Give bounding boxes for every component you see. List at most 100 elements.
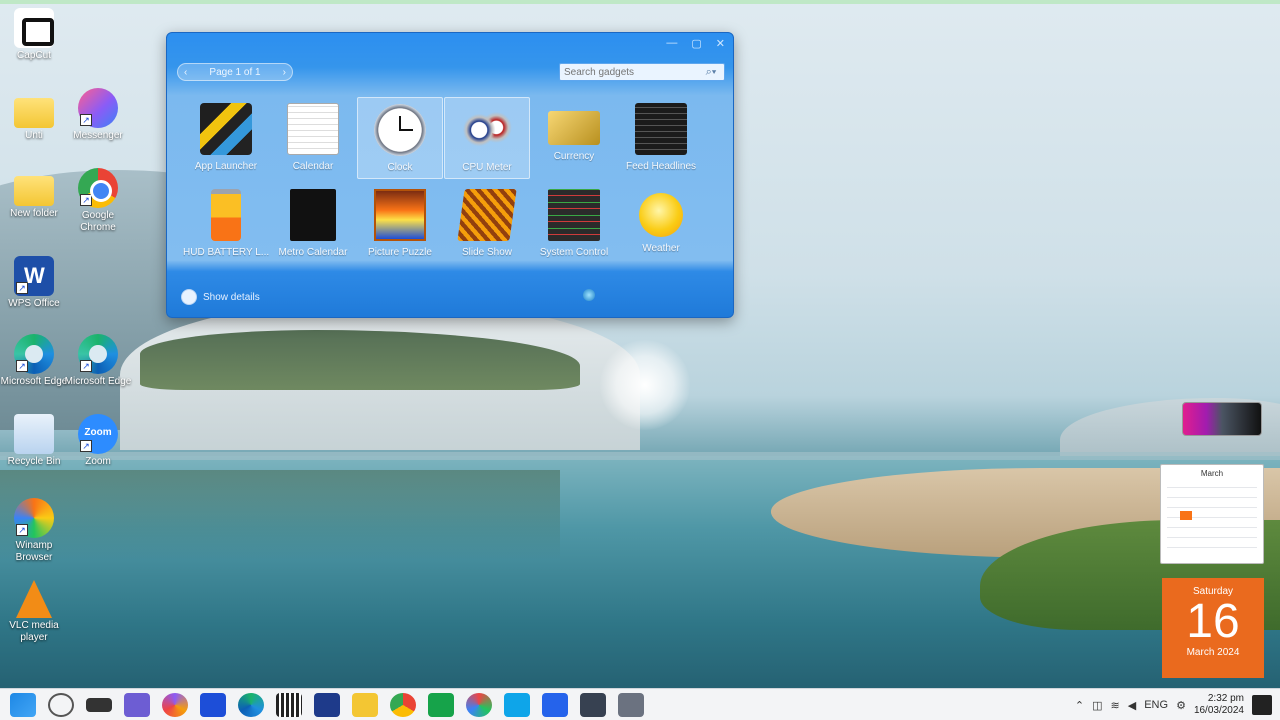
teams-icon[interactable] [124, 693, 150, 717]
minimize-button[interactable]: — [666, 37, 677, 50]
chrome-icon[interactable] [390, 693, 416, 717]
language-indicator[interactable]: ENG [1144, 699, 1168, 711]
desktop-icon-winamp[interactable]: ↗ Winamp Browser [0, 498, 68, 564]
gadget-metro-calendar[interactable]: Metro Calendar [270, 183, 356, 265]
photos-icon[interactable] [504, 693, 530, 717]
currency-icon [548, 111, 600, 145]
desktop-icon-edge-2[interactable]: ↗ Microsoft Edge [64, 334, 132, 388]
previous-page-icon[interactable]: ‹ [184, 67, 187, 78]
spreadsheet-icon[interactable] [428, 693, 454, 717]
search-icon[interactable] [48, 693, 74, 717]
desktop-icon-label: CapCut [17, 50, 51, 61]
search-input[interactable] [560, 64, 700, 80]
desktop-icon-label: WPS Office [8, 298, 60, 309]
gadget-label: Picture Puzzle [368, 247, 432, 258]
media-icon[interactable] [466, 693, 492, 717]
desktop-icon-label: VLC media player [9, 620, 59, 643]
close-button[interactable]: ✕ [716, 37, 725, 50]
wallpaper-sun [600, 340, 690, 430]
zoom-icon: Zoom ↗ [78, 414, 118, 454]
gadget-slide-show[interactable]: Slide Show [444, 183, 530, 265]
desktop-icon-folder[interactable]: Unti [0, 92, 68, 142]
clock-icon [374, 104, 426, 156]
picture-puzzle-icon [374, 189, 426, 241]
metro-calendar-gadget[interactable]: Saturday 16 March 2024 [1162, 578, 1264, 678]
search-dropdown-icon[interactable]: ⌕▾ [700, 64, 722, 80]
notification-icon[interactable] [1252, 695, 1272, 715]
gadget-calendar[interactable]: Calendar [270, 97, 356, 179]
gadget-cpu-meter[interactable]: CPU Meter [444, 97, 530, 179]
maximize-button[interactable]: ▢ [691, 37, 701, 50]
desktop-icon-label: Microsoft Edge [64, 376, 132, 387]
gadget-hud-battery[interactable]: HUD BATTERY L... [183, 183, 269, 265]
show-details-label: Show details [203, 291, 260, 303]
app-store-icon[interactable] [200, 693, 226, 717]
volume-icon[interactable]: ◀ [1128, 699, 1136, 712]
gadget-weather[interactable]: Weather [618, 183, 704, 265]
word-icon: ↗ [14, 256, 54, 296]
desktop-icon-label: Google Chrome [80, 210, 116, 233]
copilot-icon[interactable] [162, 693, 188, 717]
gadget-label: Currency [553, 151, 595, 162]
desktop-icon-zoom[interactable]: Zoom ↗ Zoom [64, 414, 132, 468]
gadget-picture-puzzle[interactable]: Picture Puzzle [357, 183, 443, 265]
slide-show-icon [457, 189, 517, 241]
online-gadgets-icon[interactable] [583, 289, 595, 301]
gadget-search: ⌕▾ [559, 63, 725, 81]
page-navigator: ‹ Page 1 of 1 › [177, 63, 293, 81]
messenger-icon: ↗ [78, 88, 118, 128]
taskbar-clock[interactable]: 2:32 pm 16/03/2024 [1194, 693, 1244, 717]
gadget-clock[interactable]: Clock [357, 97, 443, 179]
gadget-label: Calendar [292, 161, 334, 172]
desktop-icon-messenger[interactable]: ↗ Messenger [64, 88, 132, 142]
gadget-label: Weather [642, 243, 680, 254]
desktop-icon-label: Microsoft Edge [0, 376, 68, 387]
metro-calendar-icon [290, 189, 336, 241]
file-explorer-icon[interactable] [352, 693, 378, 717]
weather-sun-icon [639, 193, 683, 237]
edge-icon[interactable] [238, 693, 264, 717]
gadget-gallery-window: — ▢ ✕ ‹ Page 1 of 1 › ⌕▾ App Launcher Ca… [166, 32, 734, 318]
desktop-icon-chrome[interactable]: ↗ Google Chrome [64, 168, 132, 234]
wallpaper-horizon [0, 452, 1280, 460]
calendar-grid [1167, 481, 1257, 557]
cpu-meter-gadget[interactable] [1182, 402, 1262, 436]
gadget-system-control[interactable]: System Control [531, 183, 617, 265]
app-launcher-icon [200, 103, 252, 155]
desktop-icon-new-folder[interactable]: New folder [0, 170, 68, 220]
gadget-label: App Launcher [194, 161, 258, 172]
calendar-month: March [1200, 469, 1224, 478]
widgets-icon[interactable] [276, 693, 302, 717]
gadget-currency[interactable]: Currency [531, 97, 617, 179]
desktop-icon-vlc[interactable]: VLC media player [0, 580, 68, 644]
next-page-icon[interactable]: › [283, 67, 286, 78]
settings-icon[interactable]: ⚙ [1176, 699, 1186, 712]
start-icon[interactable] [10, 693, 36, 717]
store-icon[interactable] [314, 693, 340, 717]
shortcut-arrow-icon: ↗ [16, 524, 28, 536]
date-month: March 2024 [1186, 647, 1240, 658]
capcut-icon[interactable] [580, 693, 606, 717]
task-view-icon[interactable] [86, 698, 112, 712]
monitor-icon[interactable] [618, 693, 644, 717]
desktop-icon-recycle-bin[interactable]: Recycle Bin [0, 414, 68, 468]
desktop-icon-edge-1[interactable]: ↗ Microsoft Edge [0, 334, 68, 388]
wifi-icon[interactable]: ≋ [1111, 699, 1120, 712]
capcut-icon [14, 8, 54, 48]
calendar-gadget[interactable]: March [1160, 464, 1264, 564]
shortcut-arrow-icon: ↗ [16, 282, 28, 294]
network-icon[interactable]: ◫ [1092, 699, 1102, 712]
vlc-icon [16, 580, 52, 618]
desktop-icon-label: Unti [25, 130, 43, 141]
desktop-icon-capcut[interactable]: CapCut [0, 8, 68, 62]
gadget-app-launcher[interactable]: App Launcher [183, 97, 269, 179]
desktop-icon-wps[interactable]: ↗ WPS Office [0, 256, 68, 310]
gadget-feed-headlines[interactable]: Feed Headlines [618, 97, 704, 179]
remote-desktop-icon[interactable] [542, 693, 568, 717]
calendar-icon [287, 103, 339, 155]
show-details-link[interactable]: Show details [181, 289, 260, 305]
chevron-up-icon[interactable]: ⌃ [1075, 699, 1084, 712]
edge-icon: ↗ [78, 334, 118, 374]
window-controls: — ▢ ✕ [666, 37, 725, 50]
system-tray: ⌃ ◫ ≋ ◀ ENG ⚙ 2:32 pm 16/03/2024 [1075, 693, 1272, 717]
